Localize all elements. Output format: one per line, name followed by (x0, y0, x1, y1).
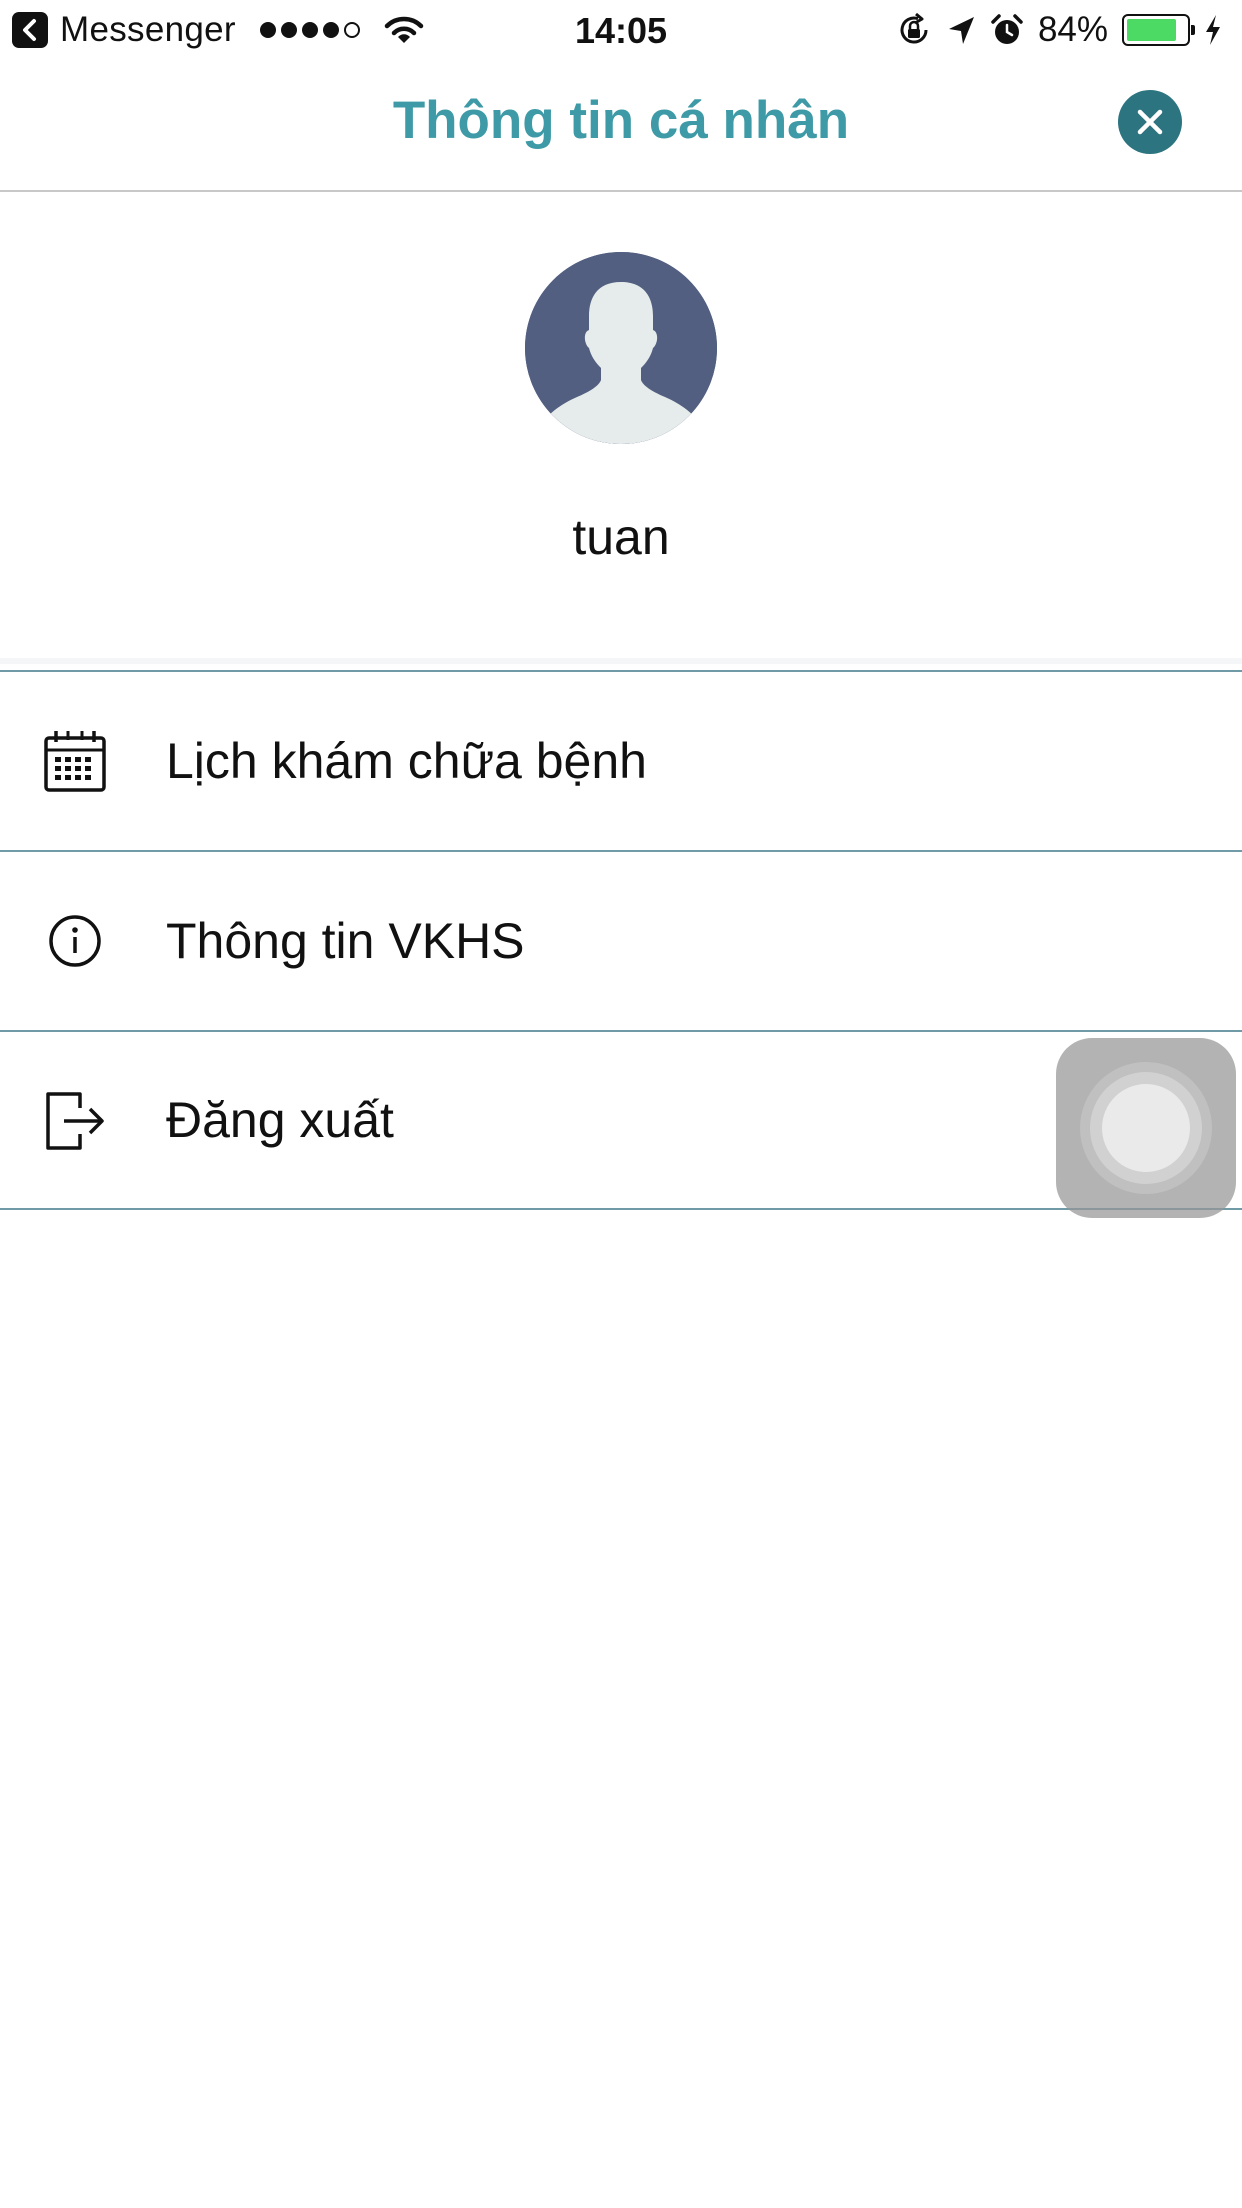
battery-fill (1127, 19, 1176, 41)
menu-item-label: Thông tin VKHS (166, 913, 525, 969)
close-icon (1137, 109, 1163, 135)
calendar-icon (42, 728, 108, 794)
battery-percent: 84% (1037, 10, 1108, 49)
close-button[interactable] (1118, 90, 1182, 154)
default-avatar-icon (525, 252, 717, 444)
profile-section: tuan (0, 192, 1242, 664)
info-icon (42, 908, 108, 974)
avatar[interactable] (525, 252, 717, 444)
username: tuan (572, 509, 670, 565)
menu-item-schedule[interactable]: Lịch khám chữa bệnh (0, 670, 1242, 850)
logout-icon (42, 1088, 108, 1154)
charging-bolt-icon (1206, 15, 1220, 45)
assistive-touch-center (1102, 1084, 1190, 1172)
status-bar: Messenger 14:05 84% (0, 0, 1242, 60)
page-title: Thông tin cá nhân (392, 91, 850, 150)
location-arrow-icon (948, 17, 974, 44)
section-divider (0, 658, 1242, 664)
assistive-touch-button[interactable] (1056, 1038, 1236, 1218)
menu-item-label: Lịch khám chữa bệnh (166, 733, 647, 789)
battery-icon (1122, 14, 1195, 46)
header: Thông tin cá nhân (0, 60, 1242, 192)
rotation-lock-icon (900, 12, 928, 44)
battery-cap (1191, 25, 1195, 35)
menu-item-info[interactable]: Thông tin VKHS (0, 850, 1242, 1030)
status-right: 84% (896, 10, 1222, 50)
alarm-icon (991, 14, 1023, 44)
menu-item-label: Đăng xuất (166, 1092, 394, 1148)
